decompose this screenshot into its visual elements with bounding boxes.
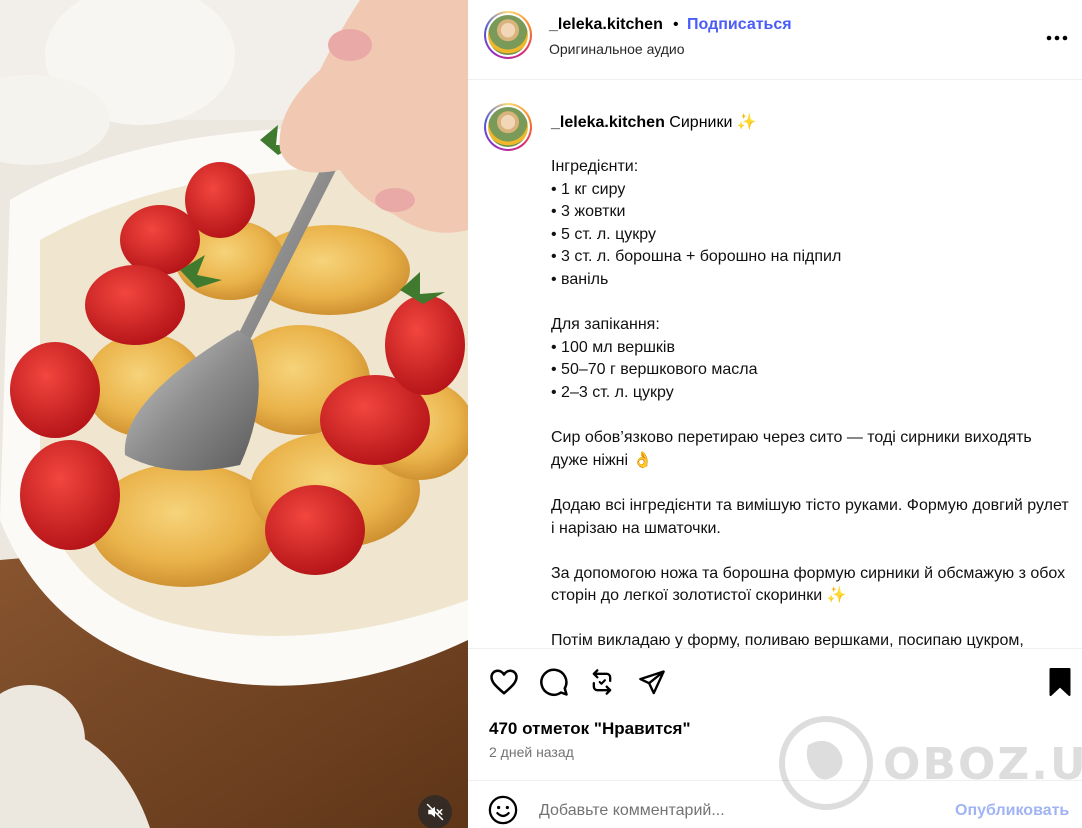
bookmark-icon bbox=[1049, 668, 1071, 696]
avatar-image bbox=[488, 15, 528, 55]
avatar[interactable] bbox=[484, 11, 532, 59]
caption-header: _leleka.kitchen Сирники ✨ bbox=[551, 112, 757, 132]
username-link[interactable]: _leleka.kitchen bbox=[549, 16, 663, 34]
post-panel: _leleka.kitchen • Подписаться Оригинальн… bbox=[468, 0, 1082, 828]
action-bar bbox=[468, 660, 1082, 704]
emoji-icon bbox=[488, 795, 518, 825]
more-options-button[interactable] bbox=[1046, 24, 1068, 44]
caption-area[interactable]: _leleka.kitchen Сирники ✨ Інгредієнти: •… bbox=[468, 81, 1082, 648]
avatar-image bbox=[488, 107, 528, 147]
publish-button[interactable]: Опубликовать bbox=[955, 802, 1069, 820]
audio-link[interactable]: Оригинальное аудио bbox=[549, 41, 685, 57]
caption-username-link[interactable]: _leleka.kitchen bbox=[551, 114, 665, 131]
repost-button[interactable] bbox=[586, 666, 618, 698]
mute-button[interactable] bbox=[418, 795, 452, 828]
emoji-button[interactable] bbox=[488, 795, 518, 825]
like-button[interactable] bbox=[488, 666, 520, 698]
divider bbox=[468, 648, 1082, 649]
repost-icon bbox=[592, 669, 612, 695]
comment-button[interactable] bbox=[538, 666, 570, 698]
caption-title: Сирники ✨ bbox=[669, 114, 757, 131]
likes-count[interactable]: 470 отметок "Нравится" bbox=[489, 719, 691, 739]
comment-form: Опубликовать bbox=[468, 781, 1082, 828]
separator-dot: • bbox=[673, 16, 679, 33]
post-header: _leleka.kitchen • Подписаться Оригинальн… bbox=[468, 0, 1082, 80]
speaker-muted-icon bbox=[426, 803, 444, 821]
more-horizontal-icon bbox=[1046, 35, 1068, 41]
caption-text: Інгредієнти: • 1 кг сиру • 3 жовтки • 5 … bbox=[551, 158, 1069, 648]
save-button[interactable] bbox=[1044, 666, 1076, 698]
comment-input[interactable] bbox=[539, 802, 939, 820]
share-icon bbox=[639, 670, 665, 695]
follow-button[interactable]: Подписаться bbox=[687, 16, 792, 34]
post-date[interactable]: 2 дней назад bbox=[489, 744, 574, 760]
heart-icon bbox=[490, 669, 518, 695]
post-media[interactable] bbox=[0, 0, 468, 828]
share-button[interactable] bbox=[636, 666, 668, 698]
comment-icon bbox=[540, 668, 568, 696]
caption-avatar[interactable] bbox=[484, 103, 532, 151]
food-photo bbox=[0, 0, 468, 828]
